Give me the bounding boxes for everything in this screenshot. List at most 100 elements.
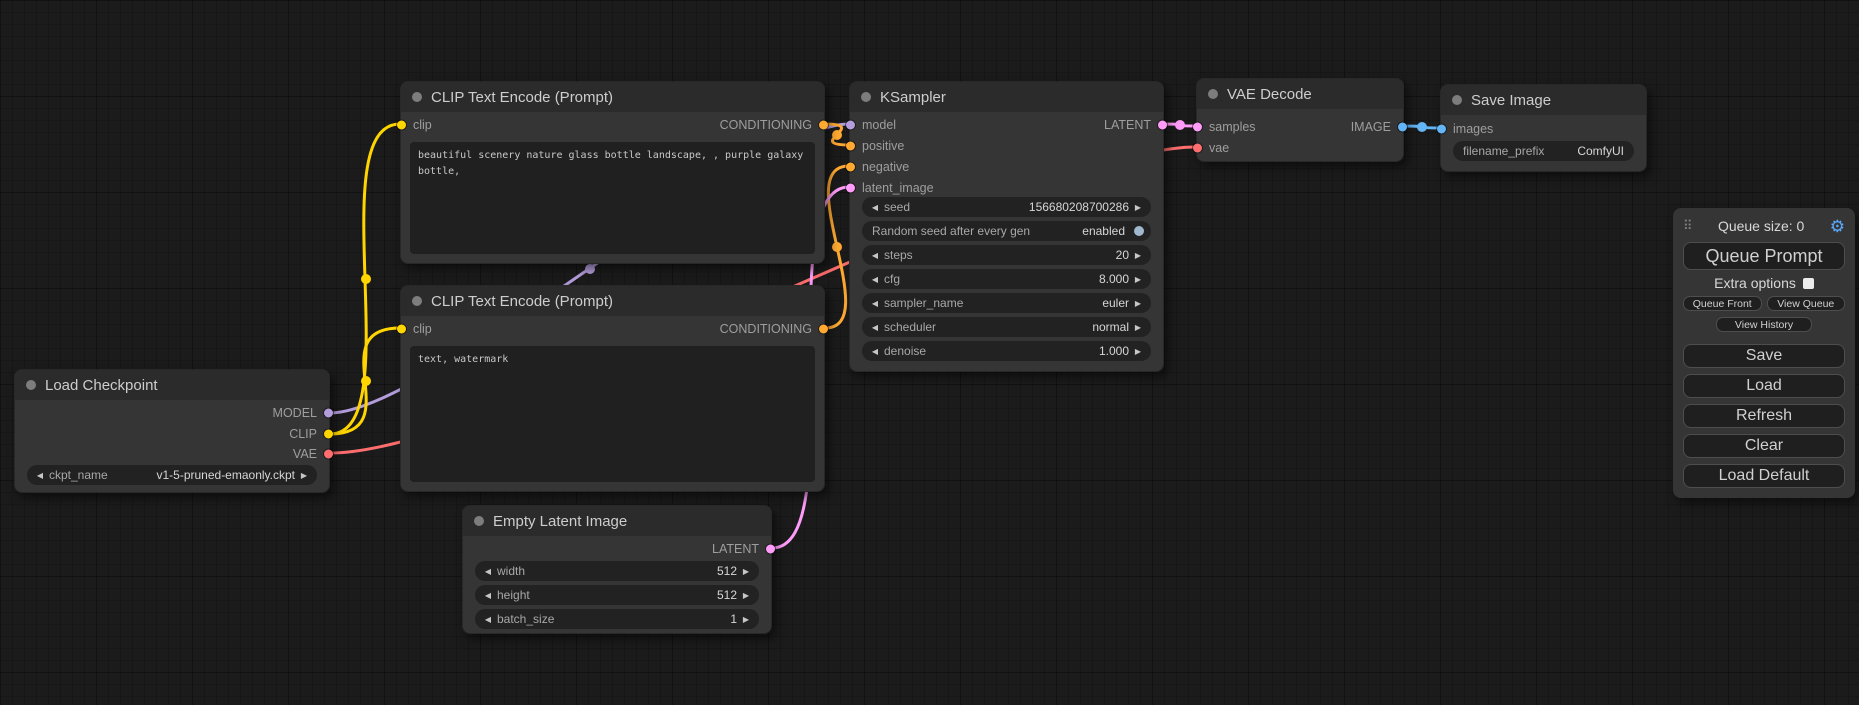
node-clip-text-encode-negative[interactable]: CLIP Text Encode (Prompt) clip CONDITION… [400, 285, 825, 492]
slot-dot-clip-output[interactable] [324, 430, 333, 439]
node-title-bar[interactable]: KSampler [850, 82, 1163, 112]
slot-label-vae: VAE [293, 447, 317, 461]
extra-options-row: Extra options [1683, 276, 1845, 290]
increment-arrow-icon[interactable]: ▶ [740, 615, 752, 624]
widget-random-seed-toggle[interactable]: Random seed after every gen enabled [862, 221, 1151, 241]
wire-positive-conditioning [825, 124, 849, 145]
increment-arrow-icon[interactable]: ▶ [1132, 299, 1144, 308]
slot-dot-latent-image-input[interactable] [846, 184, 855, 193]
slot-dot-model-output[interactable] [324, 409, 333, 418]
increment-arrow-icon[interactable]: ▶ [1132, 323, 1144, 332]
collapse-dot[interactable] [1208, 89, 1218, 99]
decrement-arrow-icon[interactable]: ◀ [869, 275, 881, 284]
collapse-dot[interactable] [474, 516, 484, 526]
slot-label-latent-output: LATENT [1104, 118, 1151, 132]
node-title-bar[interactable]: Empty Latent Image [463, 506, 771, 536]
prompt-textarea[interactable]: text, watermark [410, 346, 815, 482]
node-empty-latent-image[interactable]: Empty Latent Image LATENT ◀ width 512 ▶ … [462, 505, 772, 634]
collapse-dot[interactable] [412, 92, 422, 102]
widget-denoise[interactable]: ◀ denoise 1.000 ▶ [862, 341, 1151, 361]
increment-arrow-icon[interactable]: ▶ [740, 591, 752, 600]
widget-sampler-name[interactable]: ◀ sampler_name euler ▶ [862, 293, 1151, 313]
slot-label-images: images [1453, 122, 1493, 136]
widget-ckpt-name[interactable]: ◀ ckpt_name v1-5-pruned-emaonly.ckpt ▶ [27, 465, 317, 485]
decrement-arrow-icon[interactable]: ◀ [869, 251, 881, 260]
node-save-image[interactable]: Save Image images filename_prefix ComfyU… [1440, 84, 1647, 172]
widget-batch-size[interactable]: ◀ batch_size 1 ▶ [475, 609, 759, 629]
decrement-arrow-icon[interactable]: ◀ [869, 203, 881, 212]
slot-dot-conditioning-output[interactable] [819, 121, 828, 130]
decrement-arrow-icon[interactable]: ◀ [869, 347, 881, 356]
slot-dot-clip-input[interactable] [397, 325, 406, 334]
slot-dot-clip-input[interactable] [397, 121, 406, 130]
slot-dot-vae-output[interactable] [324, 450, 333, 459]
view-history-button[interactable]: View History [1716, 317, 1812, 332]
node-title-bar[interactable]: Load Checkpoint [15, 370, 329, 400]
queue-front-button[interactable]: Queue Front [1683, 296, 1762, 311]
decrement-arrow-icon[interactable]: ◀ [869, 299, 881, 308]
increment-arrow-icon[interactable]: ▶ [1132, 275, 1144, 284]
widget-filename-prefix[interactable]: filename_prefix ComfyUI [1453, 141, 1634, 161]
load-button[interactable]: Load [1683, 374, 1845, 398]
node-title-bar[interactable]: VAE Decode [1197, 79, 1403, 109]
slot-dot-conditioning-output[interactable] [819, 325, 828, 334]
widget-seed[interactable]: ◀ seed 156680208700286 ▶ [862, 197, 1151, 217]
increment-arrow-icon[interactable]: ▶ [1132, 251, 1144, 260]
collapse-dot[interactable] [412, 296, 422, 306]
settings-gear-icon[interactable]: ⚙ [1830, 218, 1845, 235]
increment-arrow-icon[interactable]: ▶ [740, 567, 752, 576]
node-title-bar[interactable]: CLIP Text Encode (Prompt) [401, 286, 824, 316]
slot-dot-latent-output[interactable] [766, 545, 775, 554]
slot-label-clip-input: clip [413, 118, 432, 132]
node-title-bar[interactable]: CLIP Text Encode (Prompt) [401, 82, 824, 112]
input-slot-vae: vae [1197, 138, 1403, 158]
slot-label-vae: vae [1209, 141, 1229, 155]
widget-scheduler[interactable]: ◀ scheduler normal ▶ [862, 317, 1151, 337]
collapse-dot[interactable] [1452, 95, 1462, 105]
widget-width[interactable]: ◀ width 512 ▶ [475, 561, 759, 581]
node-graph-canvas[interactable]: Load Checkpoint MODEL CLIP VAE ◀ ckpt_na… [0, 0, 1859, 705]
prompt-textarea[interactable]: beautiful scenery nature glass bottle la… [410, 142, 815, 254]
view-queue-button[interactable]: View Queue [1767, 296, 1846, 311]
slot-dot-images-input[interactable] [1437, 125, 1446, 134]
decrement-arrow-icon[interactable]: ◀ [482, 567, 494, 576]
widget-label: height [497, 588, 530, 602]
decrement-arrow-icon[interactable]: ◀ [34, 471, 46, 480]
node-ksampler[interactable]: KSampler model LATENT positive negative … [849, 81, 1164, 372]
drag-handle-icon[interactable]: ⠿ [1683, 218, 1693, 234]
node-load-checkpoint[interactable]: Load Checkpoint MODEL CLIP VAE ◀ ckpt_na… [14, 369, 330, 493]
increment-arrow-icon[interactable]: ▶ [1132, 347, 1144, 356]
node-vae-decode[interactable]: VAE Decode samples IMAGE vae [1196, 78, 1404, 162]
slot-dot-vae-input[interactable] [1193, 144, 1202, 153]
slot-dot-negative-input[interactable] [846, 163, 855, 172]
extra-options-checkbox[interactable] [1803, 278, 1814, 289]
save-button[interactable]: Save [1683, 344, 1845, 368]
slot-dot-model-input[interactable] [846, 121, 855, 130]
load-default-button[interactable]: Load Default [1683, 464, 1845, 488]
widget-value: 1 [730, 612, 737, 626]
widget-steps[interactable]: ◀ steps 20 ▶ [862, 245, 1151, 265]
widget-cfg[interactable]: ◀ cfg 8.000 ▶ [862, 269, 1151, 289]
widget-label: steps [884, 248, 913, 262]
slot-dot-samples-input[interactable] [1193, 123, 1202, 132]
decrement-arrow-icon[interactable]: ◀ [482, 591, 494, 600]
node-clip-text-encode-positive[interactable]: CLIP Text Encode (Prompt) clip CONDITION… [400, 81, 825, 264]
refresh-button[interactable]: Refresh [1683, 404, 1845, 428]
queue-controls-row: Queue Front View Queue [1683, 296, 1845, 311]
clear-button[interactable]: Clear [1683, 434, 1845, 458]
slot-label-samples: samples [1209, 120, 1256, 134]
slot-dot-image-output[interactable] [1398, 123, 1407, 132]
decrement-arrow-icon[interactable]: ◀ [482, 615, 494, 624]
toggle-on-dot[interactable] [1134, 226, 1144, 236]
queue-prompt-button[interactable]: Queue Prompt [1683, 242, 1845, 270]
increment-arrow-icon[interactable]: ▶ [298, 471, 310, 480]
widget-height[interactable]: ◀ height 512 ▶ [475, 585, 759, 605]
node-title-bar[interactable]: Save Image [1441, 85, 1646, 115]
collapse-dot[interactable] [861, 92, 871, 102]
slot-dot-positive-input[interactable] [846, 142, 855, 151]
increment-arrow-icon[interactable]: ▶ [1132, 203, 1144, 212]
decrement-arrow-icon[interactable]: ◀ [869, 323, 881, 332]
collapse-dot[interactable] [26, 380, 36, 390]
slot-label-negative: negative [862, 160, 909, 174]
slot-dot-latent-output[interactable] [1158, 121, 1167, 130]
